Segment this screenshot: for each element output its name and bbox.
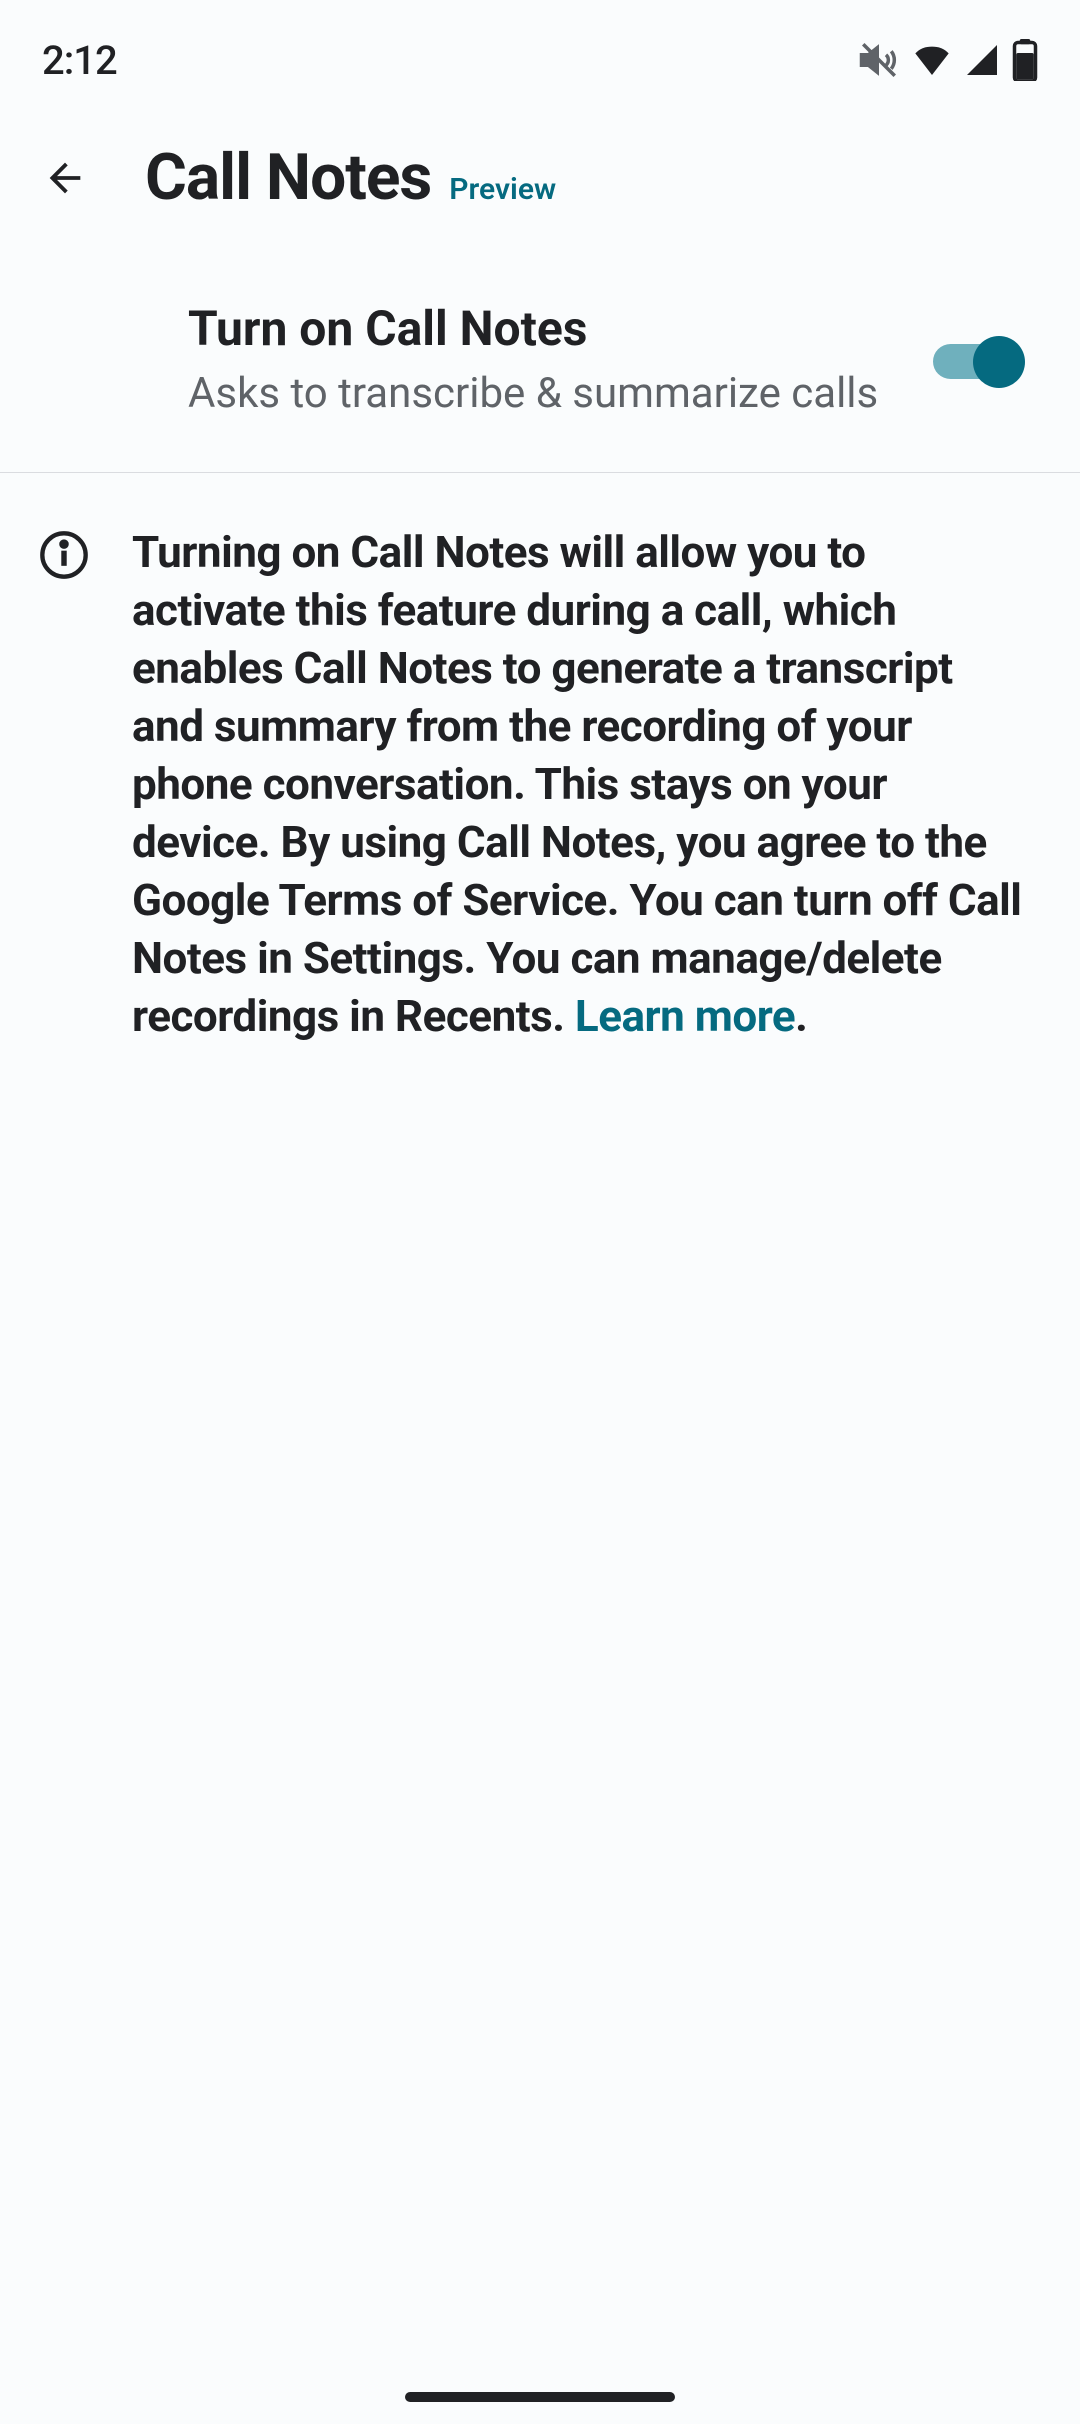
info-icon [38, 529, 90, 581]
toggle-switch[interactable] [933, 341, 1025, 381]
preview-badge: Preview [449, 172, 556, 207]
mute-icon [858, 39, 900, 81]
status-time: 2:12 [42, 37, 117, 84]
page-title: Call Notes [145, 140, 431, 215]
status-bar: 2:12 [0, 0, 1080, 100]
wifi-icon [912, 40, 952, 80]
info-period: . [795, 990, 807, 1042]
setting-title: Turn on Call Notes [188, 300, 933, 357]
setting-subtitle: Asks to transcribe & summarize calls [188, 367, 933, 422]
toggle-thumb [973, 336, 1025, 388]
info-body: Turning on Call Notes will allow you to … [132, 526, 1021, 1043]
setting-row[interactable]: Turn on Call Notes Asks to transcribe & … [0, 265, 1080, 473]
header: Call Notes Preview [0, 100, 1080, 265]
battery-icon [1012, 39, 1038, 81]
nav-handle[interactable] [405, 2392, 675, 2402]
learn-more-link[interactable]: Learn more [575, 990, 795, 1042]
arrow-back-icon [42, 155, 88, 201]
info-text: Turning on Call Notes will allow you to … [132, 523, 1025, 1046]
info-section: Turning on Call Notes will allow you to … [0, 473, 1080, 1096]
signal-icon [964, 42, 1000, 78]
back-button[interactable] [40, 153, 90, 203]
status-icons [858, 39, 1038, 81]
title-wrap: Call Notes Preview [145, 140, 556, 215]
setting-text: Turn on Call Notes Asks to transcribe & … [188, 300, 933, 422]
